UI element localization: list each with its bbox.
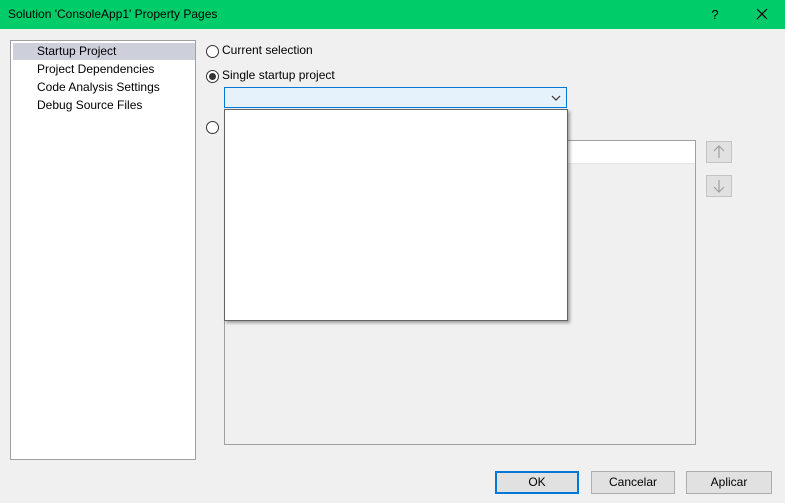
apply-button[interactable]: Aplicar — [686, 471, 772, 494]
nav-item-startup-project[interactable]: Startup Project — [13, 43, 195, 60]
arrow-up-icon — [713, 145, 725, 158]
current-selection-radio[interactable] — [206, 45, 219, 58]
window-title: Solution 'ConsoleApp1' Property Pages — [8, 7, 218, 21]
current-selection-label[interactable]: Current selection — [222, 43, 313, 57]
ok-button[interactable]: OK — [495, 471, 579, 494]
cancel-button[interactable]: Cancelar — [591, 471, 675, 494]
combo-dropdown-button[interactable] — [548, 88, 564, 107]
startup-project-dropdown-list[interactable] — [224, 109, 568, 321]
property-pages-nav: Startup Project Project Dependencies Cod… — [10, 40, 196, 460]
help-button[interactable]: ? — [704, 0, 726, 29]
nav-item-code-analysis-settings[interactable]: Code Analysis Settings — [13, 79, 195, 96]
radio-checked-dot — [209, 73, 216, 80]
close-button[interactable] — [745, 0, 779, 29]
single-startup-label[interactable]: Single startup project — [222, 68, 335, 82]
close-icon — [756, 8, 768, 20]
startup-project-combo[interactable] — [224, 87, 567, 108]
move-down-button[interactable] — [706, 175, 732, 197]
arrow-down-icon — [713, 180, 725, 193]
multiple-startup-radio[interactable] — [206, 121, 219, 134]
single-startup-radio[interactable] — [206, 70, 219, 83]
nav-item-project-dependencies[interactable]: Project Dependencies — [13, 61, 195, 78]
title-bar: Solution 'ConsoleApp1' Property Pages ? — [0, 0, 785, 29]
move-up-button[interactable] — [706, 141, 732, 163]
nav-item-debug-source-files[interactable]: Debug Source Files — [13, 97, 195, 114]
chevron-down-icon — [551, 95, 561, 101]
